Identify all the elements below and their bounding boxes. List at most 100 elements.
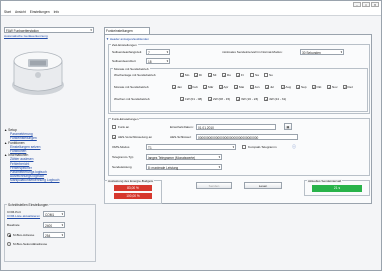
weekdays-checkbox[interactable] <box>208 73 212 78</box>
interval-value: 30 Sekunden <box>302 50 321 55</box>
weekdays-label: Mi <box>213 73 217 77</box>
chevron-down-icon: ▾ <box>232 145 234 149</box>
energy-value-primary: 83,00 % <box>114 185 152 191</box>
end-time-select[interactable]: 18 ▾ <box>146 58 170 64</box>
auto-detect-link[interactable]: Automatische Geräteerkennung <box>4 34 48 38</box>
chevron-down-icon: ▾ <box>218 155 220 159</box>
chevron-down-icon: ▾ <box>218 165 220 169</box>
telegram-type-label: Telegramm-Typ <box>112 155 134 159</box>
tree-item[interactable]: Manipulationserkennung Logbuch <box>4 178 98 182</box>
help-icon[interactable]: ⓘ <box>292 144 296 150</box>
telegram-type-value: langes Telegramm (Monatswerte) <box>148 155 196 160</box>
title-bar: – □ ✕ <box>1 1 381 9</box>
telegram-type-select[interactable]: langes Telegramm (Monatswerte) ▾ <box>146 154 222 160</box>
months-checkbox[interactable] <box>280 85 285 90</box>
oms-mode-label: OMS-Modus <box>112 145 130 149</box>
months-checkbox[interactable] <box>172 85 176 90</box>
months-checkbox[interactable] <box>234 85 238 90</box>
weeks-label: 2W (08 - 15) <box>213 97 231 101</box>
chevron-down-icon: ▾ <box>166 50 168 54</box>
start-time-select[interactable]: 7 ▾ <box>146 49 170 55</box>
compact-telegram-checkbox[interactable] <box>242 145 246 149</box>
radio-settings-title: Funk-Einstellungen <box>111 117 140 121</box>
weekdays-label: Do <box>227 73 231 77</box>
months-label: Feb <box>192 85 198 89</box>
weeks-label: Wochen mit Sendebetrieb <box>114 97 150 101</box>
device-image <box>4 41 94 105</box>
power-select[interactable]: 8: maximale Leistung ▾ <box>146 164 222 170</box>
power-value: 8: maximale Leistung <box>148 165 179 170</box>
weeks-checkbox[interactable] <box>180 97 184 102</box>
chevron-down-icon: ▾ <box>61 223 63 227</box>
com-port-select[interactable]: COM1 ▾ <box>43 211 65 217</box>
weekdays-checkbox[interactable] <box>264 73 268 77</box>
mbus-address-radio[interactable] <box>7 233 11 237</box>
weekdays-checkbox[interactable] <box>194 73 198 78</box>
device-select-value: FAW Funkwetterstation <box>6 28 39 33</box>
weekdays-checkbox[interactable] <box>250 73 254 77</box>
mbus-address-select[interactable]: 254 ▾ <box>43 232 65 238</box>
start-date-field[interactable]: 01.01.2010 <box>196 124 276 130</box>
weekdays-checkbox[interactable] <box>180 73 184 78</box>
start-time-label: Sollsendeanfangszeit <box>112 50 142 54</box>
months-checkbox[interactable] <box>218 85 223 90</box>
aes-checkbox[interactable] <box>112 135 116 140</box>
mbus-address-label: M-Bus-Adresse <box>13 233 35 237</box>
interval-select[interactable]: 30 Sekunden ▾ <box>300 49 344 55</box>
months-label: Mai <box>239 85 244 89</box>
chevron-down-icon: ▾ <box>90 28 92 32</box>
energy-budget-group: Auslastung des Energie-Budgets <box>104 179 162 204</box>
power-label: Sendeleistung <box>112 165 132 169</box>
months-checkbox[interactable] <box>342 85 347 90</box>
months-checkbox[interactable] <box>249 85 254 90</box>
menu-view[interactable]: Ansicht <box>15 10 26 14</box>
calendar-button[interactable]: ▦ <box>284 123 292 130</box>
end-time-label: Sollsendeendzeit <box>112 59 136 63</box>
header-toggle[interactable]: ▼ Header anzeigen/ausblenden <box>106 37 186 42</box>
months-checkbox[interactable] <box>311 85 316 90</box>
tab-funkeinstellungen[interactable]: Funkeinstellungen <box>104 27 150 34</box>
maximize-icon[interactable]: □ <box>362 2 370 7</box>
months-checkbox[interactable] <box>296 85 300 90</box>
aes-key-field[interactable]: 0000000000000000000000000000000000 <box>196 134 298 140</box>
menu-info[interactable]: Info <box>54 10 60 14</box>
start-date-label: Einschalt-Datum: <box>170 125 194 129</box>
mbus-address-value: 254 <box>45 233 51 238</box>
connection-settings-title: Schnittstellen Einstellungen <box>7 203 50 207</box>
radio-on-checkbox[interactable] <box>112 125 116 129</box>
months-label: Mär <box>208 85 214 89</box>
weekdays-label: Wochentage mit Sendebetrieb <box>114 73 156 77</box>
menu-start[interactable]: Start <box>4 10 11 14</box>
weekdays-checkbox[interactable] <box>222 73 226 78</box>
months-label: Jun <box>254 85 260 89</box>
months-checkbox[interactable] <box>327 85 331 90</box>
months-label: Nov <box>332 85 338 89</box>
menu-settings[interactable]: Einstellungen <box>30 10 50 14</box>
months-checkbox[interactable] <box>203 85 207 90</box>
aes-key-label: AES-Schlüssel: <box>170 135 192 139</box>
months-checkbox[interactable] <box>187 85 192 90</box>
mbus-secondary-radio[interactable] <box>7 242 11 246</box>
weeks-checkbox[interactable] <box>236 97 240 102</box>
months-checkbox[interactable] <box>265 85 269 90</box>
start-time-value: 7 <box>148 50 150 55</box>
baud-value: 2400 <box>45 223 53 228</box>
mbus-secondary-label: M-Bus-Sekundäradresse <box>13 242 48 246</box>
min-interval-value: 21 s <box>312 185 362 192</box>
weekdays-checkbox[interactable] <box>236 73 240 78</box>
weeks-label: 1W (01 - 08) <box>185 97 203 101</box>
months-label: Apr <box>223 85 229 89</box>
connection-settings: Schnittstellen Einstellungen COM-Port CO… <box>4 203 96 262</box>
baud-label: Baudrate <box>7 223 20 227</box>
weeks-checkbox[interactable] <box>208 97 212 102</box>
read-button[interactable]: Lesen <box>244 182 282 189</box>
send-button[interactable]: Senden <box>196 182 232 189</box>
device-select[interactable]: FAW Funkwetterstation ▾ <box>4 27 94 33</box>
com-refresh-link[interactable]: COM-Liste aktualisieren <box>7 214 40 218</box>
weeks-checkbox[interactable] <box>264 97 268 102</box>
oms-mode-select[interactable]: T1 ▾ <box>146 144 236 150</box>
minimize-icon[interactable]: – <box>353 2 361 7</box>
baud-select[interactable]: 2400 ▾ <box>43 222 65 228</box>
months-label: Jan <box>177 85 182 89</box>
close-icon[interactable]: ✕ <box>371 2 379 7</box>
